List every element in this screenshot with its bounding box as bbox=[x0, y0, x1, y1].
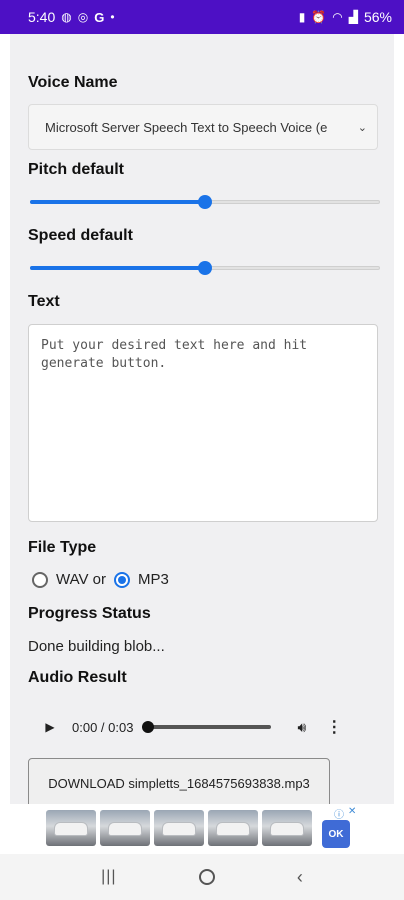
progress-status-label: Progress Status bbox=[28, 605, 151, 622]
ad-close-icon[interactable]: ✕ bbox=[348, 806, 356, 821]
file-type-label: File Type bbox=[28, 539, 97, 556]
download-button[interactable]: DOWNLOAD simpletts_1684575693838.mp3 bbox=[28, 758, 330, 804]
file-type-options: WAV or MP3 bbox=[32, 571, 169, 588]
pitch-label: Pitch default bbox=[28, 161, 125, 178]
voice-name-select[interactable]: Microsoft Server Speech Text to Speech V… bbox=[28, 104, 378, 150]
tts-form: Voice Name Microsoft Server Speech Text … bbox=[10, 34, 394, 804]
ad-choices[interactable]: ⓘ ✕ bbox=[334, 806, 356, 821]
text-label: Text bbox=[28, 293, 60, 310]
chevron-down-icon: ⌄ bbox=[357, 121, 367, 134]
home-icon[interactable] bbox=[198, 869, 215, 885]
ad-car-image bbox=[100, 810, 150, 846]
ad-logo[interactable]: OK bbox=[322, 820, 350, 848]
speed-slider-thumb[interactable] bbox=[198, 261, 212, 275]
mp3-radio[interactable] bbox=[114, 571, 131, 588]
mp3-radio-label: MP3 bbox=[138, 571, 169, 588]
voice-name-value: Microsoft Server Speech Text to Speech V… bbox=[45, 119, 328, 135]
play-icon[interactable]: ▶ bbox=[38, 720, 62, 734]
back-icon[interactable]: ‹ bbox=[297, 867, 303, 888]
volume-icon[interactable]: 🔊︎ bbox=[297, 719, 306, 736]
google-icon: G bbox=[94, 9, 105, 25]
pitch-slider[interactable] bbox=[30, 194, 380, 210]
audio-progress-bar[interactable] bbox=[142, 721, 272, 733]
ad-car-image bbox=[154, 810, 204, 846]
wav-radio-label: WAV or bbox=[56, 571, 107, 588]
whatsapp-icon: ◎ bbox=[77, 10, 89, 24]
audio-progress-knob[interactable] bbox=[142, 721, 155, 733]
ad-thumbnails bbox=[46, 810, 312, 846]
wifi-icon: ◠ bbox=[332, 10, 343, 24]
speed-slider[interactable] bbox=[30, 260, 380, 276]
ad-car-image bbox=[262, 810, 312, 846]
audio-result-label: Audio Result bbox=[28, 669, 127, 686]
speed-label: Speed default bbox=[28, 227, 133, 244]
audio-time: 0:00 / 0:03 bbox=[72, 719, 134, 735]
ad-car-image bbox=[208, 810, 258, 846]
recents-icon[interactable]: ||| bbox=[101, 868, 116, 886]
status-time: 5:40 bbox=[28, 9, 56, 25]
battery-saver-icon: ▮ bbox=[298, 10, 306, 24]
wav-radio[interactable] bbox=[32, 571, 48, 588]
signal-icon: ▟ bbox=[348, 10, 358, 24]
pitch-slider-thumb[interactable] bbox=[198, 195, 212, 209]
more-options-icon[interactable]: ⋮ bbox=[326, 717, 342, 737]
text-input[interactable]: Put your desired text here and hit gener… bbox=[28, 324, 378, 522]
audio-player: ▶ 0:00 / 0:03 🔊︎ ⋮ bbox=[38, 710, 372, 744]
progress-status-text: Done building blob... bbox=[28, 638, 165, 655]
status-bar: 5:40 ◍ ◎ G • ▮ ⏰ ◠ ▟ 56% bbox=[0, 0, 404, 34]
voice-name-label: Voice Name bbox=[28, 74, 118, 91]
ad-info-icon[interactable]: ⓘ bbox=[334, 806, 344, 821]
system-nav-bar: ||| ‹ bbox=[0, 854, 404, 900]
alarm-icon: ⏰ bbox=[311, 10, 327, 24]
ad-banner[interactable]: ⓘ ✕ OK bbox=[0, 804, 404, 854]
battery-level: 56% bbox=[363, 9, 392, 25]
globe-icon: ◍ bbox=[61, 10, 72, 24]
ad-car-image bbox=[46, 810, 96, 846]
pitch-slider-fill bbox=[30, 200, 205, 204]
dot-icon: • bbox=[110, 10, 115, 24]
speed-slider-fill bbox=[30, 266, 205, 270]
